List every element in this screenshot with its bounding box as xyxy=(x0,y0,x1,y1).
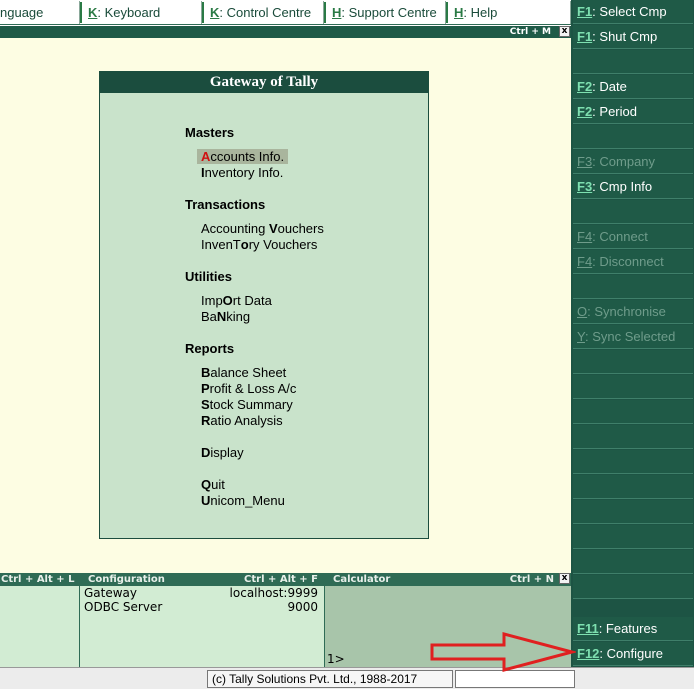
menu-item-accounting-vouchers[interactable]: Accounting Vouchers xyxy=(201,221,324,236)
f2-period-button[interactable]: F2: Period xyxy=(573,100,693,124)
title-strip: Ctrl + M x xyxy=(0,26,571,38)
configuration-title: Configuration xyxy=(88,574,165,585)
close-icon[interactable]: x xyxy=(559,26,570,37)
calculator-panel-header: Calculator Ctrl + N x xyxy=(325,573,571,586)
menu-item-stock-summary[interactable]: Stock Summary xyxy=(201,397,293,412)
menu-item-profit-loss[interactable]: Profit & Loss A/c xyxy=(201,381,296,396)
calculator-title: Calculator xyxy=(333,574,391,585)
empty-button-slot xyxy=(573,375,693,399)
menu-item-display[interactable]: Display xyxy=(201,445,244,460)
status-field xyxy=(455,670,575,688)
top-menu-control-centre-label: : Control Centre xyxy=(219,5,312,20)
top-menu-keyboard-label: : Keyboard xyxy=(97,5,161,20)
bottom-left-panel-header: Ctrl + Alt + L xyxy=(0,573,79,586)
empty-button-slot xyxy=(573,400,693,424)
empty-button-slot xyxy=(573,475,693,499)
top-menu-support-centre[interactable]: H: Support Centre xyxy=(326,1,446,24)
top-menu-control-centre[interactable]: K: Control Centre xyxy=(204,1,324,24)
configuration-panel: Gateway localhost:9999 ODBC Server 9000 xyxy=(80,586,324,667)
f1-shut-company-button[interactable]: F1: Shut Cmp xyxy=(573,25,693,49)
empty-button-slot xyxy=(573,450,693,474)
top-menu-help-label: : Help xyxy=(463,5,498,20)
f1-select-company-button[interactable]: F1: Select Cmp xyxy=(573,0,693,24)
empty-button-slot xyxy=(573,550,693,574)
button-bar: F1: Select Cmp F1: Shut Cmp F2: Date F2:… xyxy=(571,0,694,667)
synchronise-button[interactable]: O: Synchronise xyxy=(573,300,693,324)
section-masters: Masters xyxy=(185,125,235,140)
empty-button-slot xyxy=(573,50,693,74)
menu-item-quit[interactable]: Quit xyxy=(201,477,225,492)
sync-selected-button[interactable]: Y: Sync Selected xyxy=(573,325,693,349)
empty-button-slot xyxy=(573,425,693,449)
menu-item-inventory-vouchers[interactable]: InvenTory Vouchers xyxy=(201,237,317,252)
menu-item-inventory-info[interactable]: Inventory Info. xyxy=(201,165,283,180)
gateway-title: Gateway of Tally xyxy=(100,72,428,93)
title-shortcut: Ctrl + M xyxy=(509,27,551,37)
section-reports: Reports xyxy=(185,341,235,356)
f2-date-button[interactable]: F2: Date xyxy=(573,75,693,99)
calculator-shortcut: Ctrl + N xyxy=(509,574,554,585)
empty-button-slot xyxy=(573,525,693,549)
config-row-gateway: Gateway localhost:9999 xyxy=(84,586,318,600)
top-menu-language[interactable]: nguage xyxy=(0,1,80,24)
section-utilities: Utilities xyxy=(185,269,232,284)
menu-item-balance-sheet[interactable]: Balance Sheet xyxy=(201,365,286,380)
configuration-panel-header: Configuration Ctrl + Alt + F xyxy=(80,573,324,586)
section-transactions: Transactions xyxy=(185,197,266,212)
copyright-text: (c) Tally Solutions Pvt. Ltd., 1988-2017 xyxy=(207,670,453,688)
f11-features-button[interactable]: F11: Features xyxy=(573,617,693,641)
empty-button-slot xyxy=(573,500,693,524)
menu-item-import-data[interactable]: ImpOrt Data xyxy=(201,293,272,308)
top-menu-help[interactable]: H: Help xyxy=(448,1,571,24)
menu-item-unicom-menu[interactable]: Unicom_Menu xyxy=(201,493,285,508)
configuration-shortcut: Ctrl + Alt + F xyxy=(244,574,318,585)
f4-disconnect-button[interactable]: F4: Disconnect xyxy=(573,250,693,274)
empty-button-slot xyxy=(573,350,693,374)
red-arrow-annotation xyxy=(430,632,576,672)
empty-button-slot xyxy=(573,575,693,599)
calculator-close-icon[interactable]: x xyxy=(559,573,570,584)
top-menu-language-label: nguage xyxy=(0,5,44,20)
bottom-left-panel xyxy=(0,586,79,667)
panel-divider xyxy=(79,573,80,667)
top-menu-support-centre-label: : Support Centre xyxy=(341,5,437,20)
empty-button-slot xyxy=(573,200,693,224)
top-menu-bar: nguage K: Keyboard K: Control Centre H: … xyxy=(0,0,571,25)
status-bar: (c) Tally Solutions Pvt. Ltd., 1988-2017 xyxy=(0,667,694,689)
menu-item-ratio-analysis[interactable]: Ratio Analysis xyxy=(201,413,283,428)
f12-configure-button[interactable]: F12: Configure xyxy=(573,642,693,666)
f4-connect-button[interactable]: F4: Connect xyxy=(573,225,693,249)
top-menu-keyboard[interactable]: K: Keyboard xyxy=(82,1,202,24)
f3-company-info-button[interactable]: F3: Cmp Info xyxy=(573,175,693,199)
panel-divider xyxy=(324,573,325,667)
calculator-prompt: 1> xyxy=(327,652,345,666)
menu-item-banking[interactable]: BaNking xyxy=(201,309,250,324)
f3-company-button[interactable]: F3: Company xyxy=(573,150,693,174)
empty-button-slot xyxy=(573,125,693,149)
config-row-odbc-server: ODBC Server 9000 xyxy=(84,600,318,614)
bottom-left-shortcut: Ctrl + Alt + L xyxy=(1,574,75,585)
menu-item-accounts-info[interactable]: Accounts Info. xyxy=(197,149,289,164)
gateway-panel: Gateway of Tally Masters Accounts Info. … xyxy=(99,71,429,539)
empty-button-slot xyxy=(573,275,693,299)
